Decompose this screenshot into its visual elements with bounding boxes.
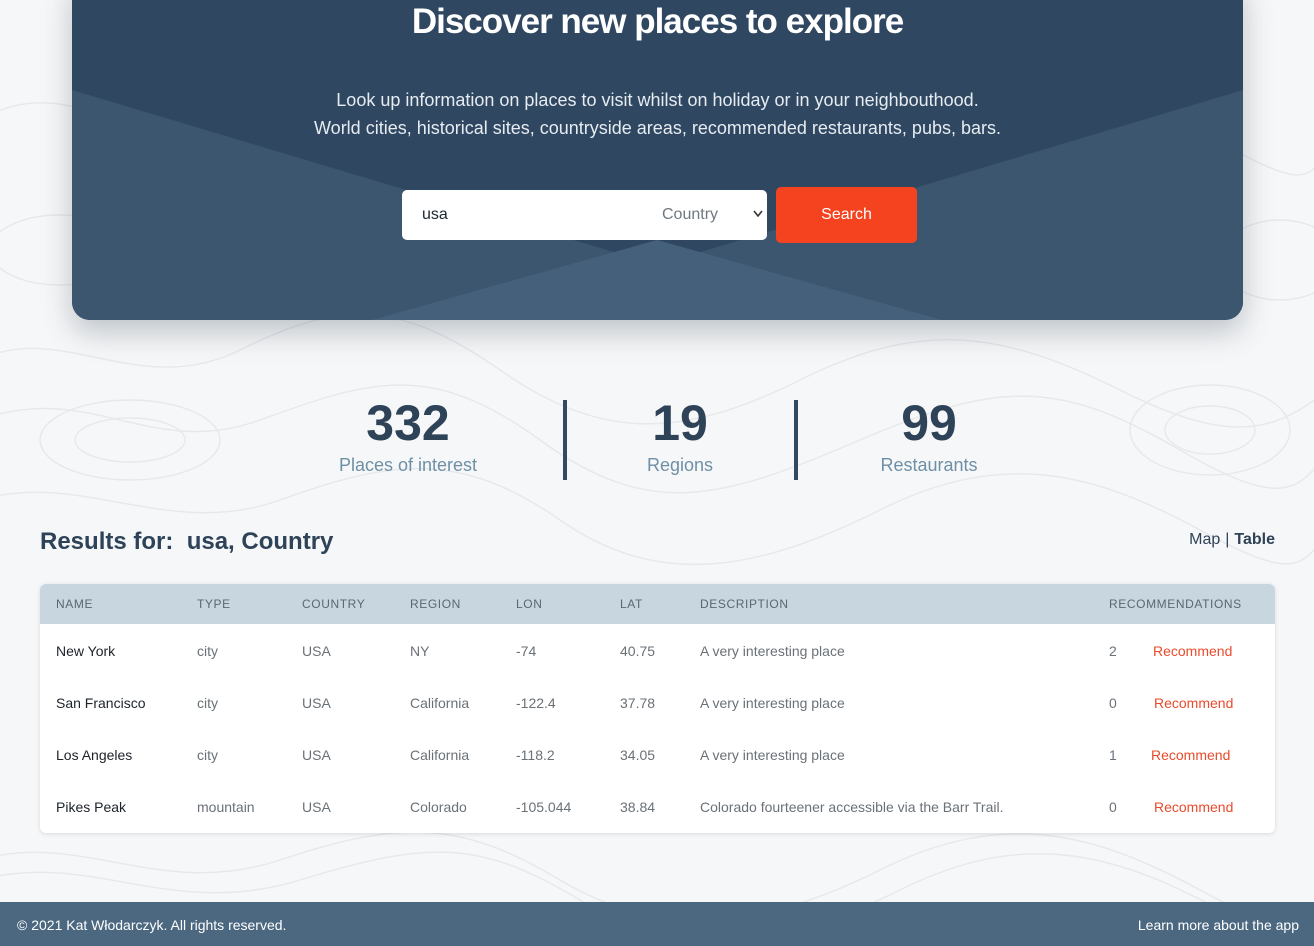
cell-type: mountain [197, 799, 255, 815]
stat-places-value: 332 [366, 395, 450, 451]
stat-divider [563, 400, 567, 480]
stat-divider [794, 400, 798, 480]
stat-regions: 19 Regions [600, 398, 760, 476]
stats-bar: 332 Places of interest 19 Regions 99 Res… [0, 398, 1314, 488]
cell-type: city [197, 747, 218, 763]
cell-description: A very interesting place [700, 643, 845, 659]
learn-more-link[interactable]: Learn more about the app [1138, 917, 1299, 933]
stat-places: 332 Places of interest [308, 398, 508, 476]
cell-lat: 40.75 [620, 643, 656, 659]
cell-name: New York [56, 643, 116, 659]
view-toggle-separator: | [1225, 531, 1230, 548]
search-button[interactable]: Search [776, 187, 917, 243]
place-type-select-value: Country [662, 206, 719, 223]
cell-lat: 37.78 [620, 695, 656, 711]
search-box: Country [402, 190, 767, 240]
footer: © 2021 Kat Włodarczyk. All rights reserv… [0, 902, 1314, 946]
cell-description: A very interesting place [700, 695, 845, 711]
cell-lon: -105.044 [516, 799, 572, 815]
cell-lon: -74 [516, 643, 537, 659]
table-row: New York city USA NY -74 40.75 A very in… [40, 624, 1275, 676]
cell-region: California [410, 747, 470, 763]
stat-restaurants-value: 99 [901, 395, 957, 451]
search-input[interactable] [402, 191, 632, 239]
cell-country: USA [302, 695, 331, 711]
cell-country: USA [302, 799, 331, 815]
cell-recommendations: 0 [1109, 695, 1117, 711]
hero-title: Discover new places to explore [411, 2, 904, 41]
cell-lon: -122.4 [516, 695, 556, 711]
column-header-lon: LON [516, 597, 543, 611]
cell-name: Los Angeles [56, 747, 133, 763]
footer-copyright: © 2021 Kat Włodarczyk. All rights reserv… [17, 917, 287, 933]
cell-country: USA [302, 643, 331, 659]
cell-region: California [410, 695, 470, 711]
column-header-recommendations: RECOMMENDATIONS [1109, 597, 1242, 611]
cell-recommendations: 0 [1109, 799, 1117, 815]
cell-recommendations: 1 [1109, 747, 1117, 763]
stat-places-label: Places of interest [338, 455, 478, 475]
place-type-select[interactable]: Country [652, 190, 767, 240]
results-heading: Results for: usa, Country [40, 528, 333, 556]
chevron-down-icon [753, 206, 763, 225]
table-row: San Francisco city USA California -122.4… [40, 676, 1275, 728]
view-toggle: Map | Table [1189, 531, 1275, 549]
table-row: Pikes Peak mountain USA Colorado -105.04… [40, 780, 1275, 832]
hero-subtitle-line2: World cities, historical sites, countrys… [314, 118, 1001, 138]
column-header-region: REGION [410, 597, 461, 611]
cell-description: A very interesting place [700, 747, 845, 763]
stat-restaurants-label: Restaurants [880, 455, 978, 475]
results-query: usa, Country [186, 528, 334, 555]
view-map-link[interactable]: Map [1189, 531, 1220, 548]
stat-regions-label: Regions [646, 455, 714, 475]
cell-name: San Francisco [56, 695, 146, 711]
column-header-lat: LAT [620, 597, 643, 611]
column-header-type: TYPE [197, 597, 231, 611]
cell-lat: 38.84 [620, 799, 656, 815]
column-header-name: NAME [56, 597, 94, 611]
cell-type: city [197, 643, 218, 659]
cell-lat: 34.05 [620, 747, 656, 763]
stat-regions-value: 19 [652, 395, 708, 451]
cell-name: Pikes Peak [56, 799, 127, 815]
cell-region: NY [410, 643, 430, 659]
cell-country: USA [302, 747, 331, 763]
cell-lon: -118.2 [516, 747, 555, 763]
recommend-button[interactable]: Recommend [1151, 747, 1230, 763]
stat-restaurants: 99 Restaurants [849, 398, 1009, 476]
recommend-button[interactable]: Recommend [1153, 643, 1232, 659]
hero-banner: Discover new places to explore Look up i… [72, 0, 1243, 320]
cell-region: Colorado [410, 799, 467, 815]
recommend-button[interactable]: Recommend [1154, 799, 1233, 815]
cell-recommendations: 2 [1109, 643, 1117, 659]
cell-type: city [197, 695, 218, 711]
cell-description: Colorado fourteener accessible via the B… [700, 799, 1004, 815]
results-prefix: Results for: [40, 528, 174, 555]
column-header-country: COUNTRY [302, 597, 366, 611]
table-header: NAME TYPE COUNTRY REGION LON LAT DESCRIP… [40, 584, 1275, 624]
results-table: NAME TYPE COUNTRY REGION LON LAT DESCRIP… [40, 584, 1275, 833]
recommend-button[interactable]: Recommend [1154, 695, 1233, 711]
view-table-link[interactable]: Table [1234, 531, 1275, 548]
hero-background-shape [72, 90, 1243, 320]
table-row: Los Angeles city USA California -118.2 3… [40, 728, 1275, 780]
hero-subtitle-line1: Look up information on places to visit w… [336, 90, 979, 110]
column-header-description: DESCRIPTION [700, 597, 789, 611]
